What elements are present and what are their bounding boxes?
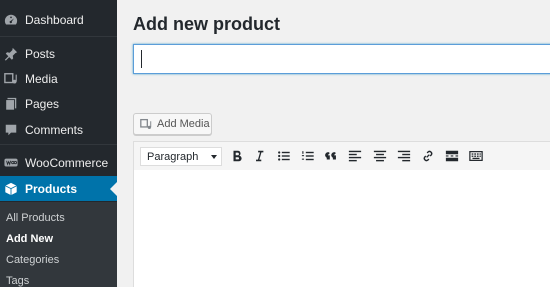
menu-separator (0, 144, 117, 145)
submenu-item-add-new[interactable]: Add New (6, 233, 53, 245)
sidebar-item-label: Pages (25, 96, 60, 111)
blockquote-icon[interactable] (323, 147, 341, 165)
align-right-icon[interactable] (395, 147, 413, 165)
sidebar-item-products[interactable]: Products (0, 176, 117, 201)
sidebar-item-label: Dashboard (25, 12, 84, 27)
content-editor-area[interactable] (133, 170, 550, 287)
sidebar-item-label: Products (25, 181, 78, 196)
sidebar-item-woocommerce[interactable]: WooCommerce (0, 150, 117, 175)
pin-icon (4, 47, 18, 61)
numbered-list-icon[interactable] (299, 147, 317, 165)
format-select-value: Paragraph (147, 150, 199, 163)
add-media-label: Add Media (157, 118, 210, 130)
bold-icon[interactable] (228, 147, 246, 165)
bullet-list-icon[interactable] (275, 147, 293, 165)
sidebar-item-comments[interactable]: Comments (0, 117, 117, 142)
submenu-item-all-products[interactable]: All Products (6, 212, 65, 224)
menu-separator (0, 36, 117, 37)
add-media-button[interactable]: Add Media (133, 113, 212, 135)
align-left-icon[interactable] (346, 147, 364, 165)
add-media-icon (140, 118, 153, 131)
link-icon[interactable] (419, 147, 437, 165)
read-more-icon[interactable] (443, 147, 461, 165)
woocommerce-icon (4, 156, 18, 170)
toolbar-toggle-icon[interactable] (467, 147, 485, 165)
submenu-item-categories[interactable]: Categories (6, 254, 59, 266)
page-title: Add new product (133, 14, 280, 34)
sidebar-item-label: Comments (25, 122, 84, 137)
format-select[interactable]: Paragraph (140, 147, 222, 166)
comments-icon (4, 123, 18, 137)
sidebar-item-label: Posts (25, 46, 56, 61)
sidebar-item-label: WooCommerce (25, 155, 109, 170)
sidebar-item-media[interactable]: Media (0, 66, 117, 91)
text-caret (141, 50, 142, 68)
admin-sidebar: Dashboard Posts Media Pages Comments Woo… (0, 0, 117, 287)
sidebar-item-pages[interactable]: Pages (0, 91, 117, 116)
submenu-item-tags[interactable]: Tags (6, 275, 29, 287)
sidebar-item-posts[interactable]: Posts (0, 41, 117, 66)
media-icon (4, 72, 18, 86)
editor-toolbar: Paragraph (133, 141, 550, 171)
sidebar-item-dashboard[interactable]: Dashboard (0, 7, 117, 32)
align-center-icon[interactable] (371, 147, 389, 165)
products-submenu: All Products Add New Categories Tags (0, 202, 117, 287)
pages-icon (4, 97, 18, 111)
products-box-icon (4, 182, 18, 196)
sidebar-item-label: Media (25, 71, 58, 86)
product-title-input[interactable] (133, 44, 550, 74)
italic-icon[interactable] (250, 147, 268, 165)
chevron-down-icon (211, 155, 217, 159)
dashboard-icon (4, 13, 18, 27)
